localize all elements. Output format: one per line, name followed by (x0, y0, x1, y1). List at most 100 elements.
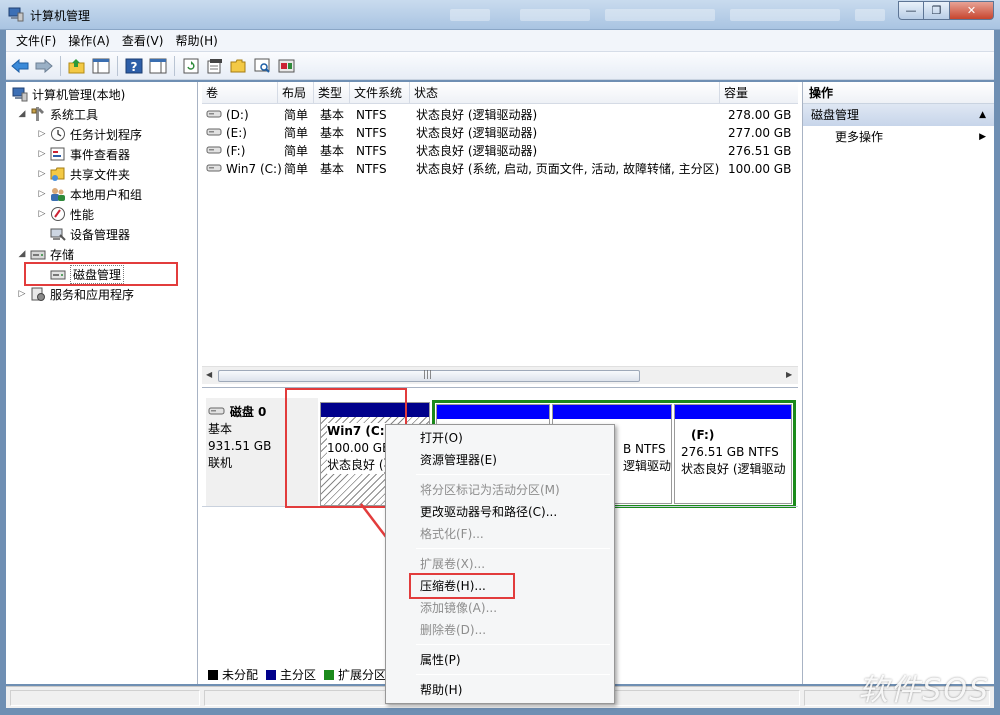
table-row[interactable]: (D:) 简单 基本 NTFS 状态良好 (逻辑驱动器) 278.00 GB (202, 106, 798, 124)
tree-item-performance[interactable]: ▷ 性能 (36, 204, 94, 224)
tree-item-system-tools[interactable]: ◢ 系统工具 (16, 104, 98, 124)
volume-type: 基本 (320, 108, 345, 122)
actions-section-disk-management[interactable]: 磁盘管理 ▲ (803, 104, 994, 126)
partition-f-info: (F:) 276.51 GB NTFS 状态良好 (逻辑驱动 (675, 419, 791, 484)
volume-name: (D:) (226, 108, 249, 122)
title-bar[interactable]: 计算机管理 — ❐ ✕ (0, 0, 1000, 30)
status-cell (10, 690, 200, 706)
disk-type: 基本 (208, 422, 233, 436)
volume-capacity: 276.51 GB (728, 144, 792, 158)
tools-icon (30, 106, 46, 122)
ctx-explorer[interactable]: 资源管理器(E) (388, 449, 612, 471)
tree-item-storage[interactable]: ◢ 存储 (16, 244, 74, 264)
disk-icon (208, 405, 226, 419)
refresh-icon[interactable] (181, 56, 201, 76)
column-header-capacity[interactable]: 容量 (720, 82, 798, 104)
actions-pane: 操作 磁盘管理 ▲ 更多操作 ▶ (802, 82, 994, 684)
column-header-layout[interactable]: 布局 (278, 82, 314, 104)
scroll-right-arrow-icon[interactable]: ▶ (786, 370, 792, 379)
table-row[interactable]: (E:) 简单 基本 NTFS 状态良好 (逻辑驱动器) 277.00 GB (202, 124, 798, 142)
show-hide-pane-icon[interactable] (148, 56, 168, 76)
column-header-type[interactable]: 类型 (314, 82, 350, 104)
menu-separator (416, 548, 610, 549)
table-row[interactable]: (F:) 简单 基本 NTFS 状态良好 (逻辑驱动器) 276.51 GB (202, 142, 798, 160)
tree-item-event-viewer[interactable]: ▷ 事件查看器 (36, 144, 130, 164)
svg-text:?: ? (131, 60, 138, 74)
minimize-button[interactable]: — (898, 1, 924, 20)
menu-help[interactable]: 帮助(H) (169, 32, 223, 49)
tree-item-task-scheduler[interactable]: ▷ 任务计划程序 (36, 124, 142, 144)
column-header-status[interactable]: 状态 (410, 82, 720, 104)
forward-arrow-icon[interactable] (34, 56, 54, 76)
tree-label: 系统工具 (50, 107, 99, 122)
collapse-arrow-icon[interactable]: ▷ (36, 149, 48, 159)
users-icon (50, 186, 66, 202)
menu-action[interactable]: 操作(A) (62, 32, 116, 49)
computer-icon (12, 86, 28, 102)
more-actions-item[interactable]: 更多操作 ▶ (803, 126, 994, 148)
menu-separator (416, 474, 610, 475)
expand-arrow-icon[interactable]: ◢ (16, 249, 28, 259)
scrollbar-thumb[interactable]: ||| (218, 370, 640, 382)
partition-c-title: Win7 (C:) (327, 423, 390, 440)
tree-label: 共享文件夹 (70, 167, 131, 182)
column-header-volume[interactable]: 卷 (202, 82, 278, 104)
collapse-arrow-icon[interactable]: ▷ (36, 169, 48, 179)
event-viewer-icon (50, 146, 66, 162)
partition-c-status: 状态良好 ( (327, 457, 384, 474)
back-arrow-icon[interactable] (10, 56, 30, 76)
computer-management-icon (8, 6, 24, 22)
performance-icon (50, 206, 66, 222)
table-row[interactable]: Win7 (C:) 简单 基本 NTFS 状态良好 (系统, 启动, 页面文件,… (202, 160, 798, 178)
ctx-format: 格式化(F)... (420, 527, 484, 541)
toolbar-separator (60, 55, 61, 76)
scroll-left-arrow-icon[interactable]: ◀ (206, 370, 212, 379)
ctx-shrink-volume[interactable]: 压缩卷(H)... (388, 575, 612, 597)
ctx-help[interactable]: 帮助(H) (388, 679, 612, 701)
ctx-change-drive-letter[interactable]: 更改驱动器号和路径(C)... (388, 501, 612, 523)
partition-f[interactable]: (F:) 276.51 GB NTFS 状态良好 (逻辑驱动 (674, 404, 792, 504)
tree-item-root[interactable]: 计算机管理(本地) (10, 84, 125, 104)
volume-layout: 简单 (284, 144, 309, 158)
volume-name: (F:) (226, 144, 246, 158)
horizontal-scrollbar[interactable]: ◀ ||| ▶ (202, 366, 798, 384)
search-icon[interactable] (253, 56, 273, 76)
console-tree-icon[interactable] (91, 56, 111, 76)
disk-name: 磁盘 0 (229, 405, 267, 419)
open-folder-icon[interactable] (229, 56, 249, 76)
tree-item-disk-management[interactable]: 磁盘管理 (48, 264, 125, 284)
tree-item-device-manager[interactable]: 设备管理器 (48, 224, 130, 244)
disk-wizard-icon[interactable] (277, 56, 297, 76)
column-header-filesystem[interactable]: 文件系统 (350, 82, 410, 104)
properties-icon[interactable] (205, 56, 225, 76)
maximize-button[interactable]: ❐ (924, 1, 950, 20)
volume-list: 卷 布局 类型 文件系统 状态 容量 (D:) 简单 基本 NTFS 状态良好 … (202, 82, 798, 388)
tree-label: 设备管理器 (70, 227, 131, 242)
close-button[interactable]: ✕ (950, 1, 994, 20)
tree-item-services-apps[interactable]: ▷ 服务和应用程序 (16, 284, 134, 304)
menu-file[interactable]: 文件(F) (10, 32, 62, 49)
collapse-up-icon[interactable]: ▲ (979, 104, 986, 126)
collapse-arrow-icon[interactable]: ▷ (36, 209, 48, 219)
expand-arrow-icon[interactable]: ◢ (16, 109, 28, 119)
volume-fs: NTFS (356, 162, 387, 176)
collapse-arrow-icon[interactable]: ▷ (36, 189, 48, 199)
help-icon[interactable]: ? (124, 56, 144, 76)
up-folder-icon[interactable] (67, 56, 87, 76)
menu-view[interactable]: 查看(V) (116, 32, 170, 49)
context-menu: 打开(O) 资源管理器(E) 将分区标记为活动分区(M) 更改驱动器号和路径(C… (385, 424, 615, 704)
background-tab-blur (855, 9, 885, 21)
tree-item-local-users[interactable]: ▷ 本地用户和组 (36, 184, 142, 204)
collapse-arrow-icon[interactable]: ▷ (16, 289, 28, 299)
tree-item-shared-folders[interactable]: ▷ 共享文件夹 (36, 164, 130, 184)
legend-item-extended: 扩展分区 (324, 666, 386, 683)
ctx-properties[interactable]: 属性(P) (388, 649, 612, 671)
ctx-open[interactable]: 打开(O) (388, 427, 612, 449)
disk-size: 931.51 GB (208, 439, 272, 453)
tree-label: 性能 (70, 207, 95, 222)
volume-fs: NTFS (356, 144, 387, 158)
menu-bar: 文件(F) 操作(A) 查看(V) 帮助(H) (6, 30, 994, 52)
collapse-arrow-icon[interactable]: ▷ (36, 129, 48, 139)
volume-layout: 简单 (284, 162, 309, 176)
volume-status: 状态良好 (逻辑驱动器) (416, 144, 538, 158)
